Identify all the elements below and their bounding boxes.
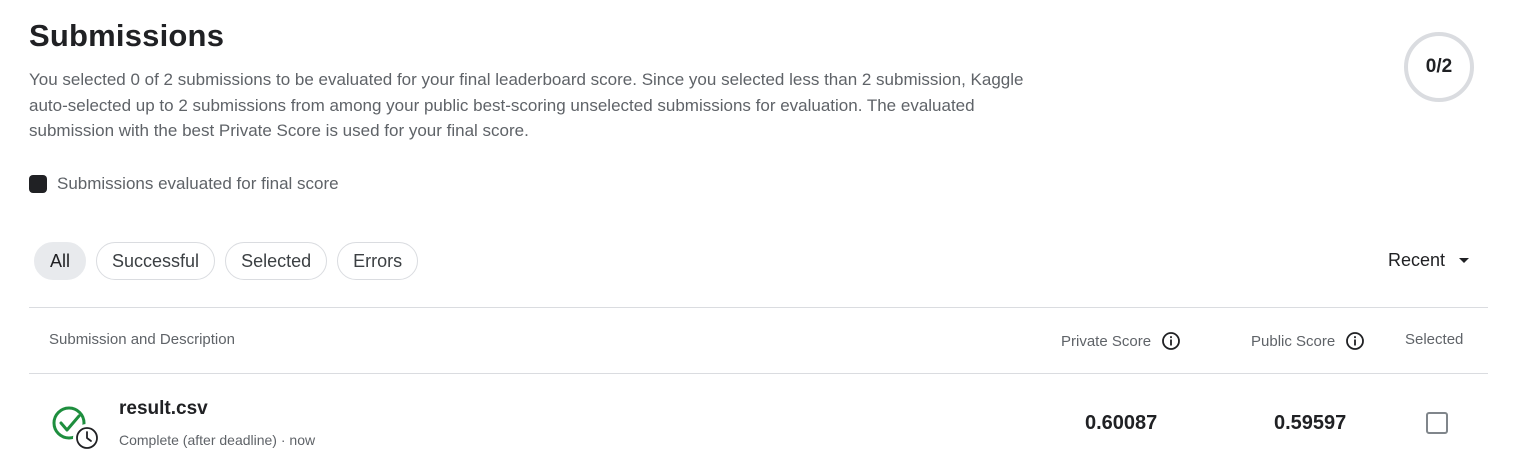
private-score-value: 0.60087 xyxy=(1085,412,1158,434)
info-icon[interactable] xyxy=(1161,331,1181,351)
selection-counter: 0/2 xyxy=(1404,32,1474,102)
filter-chip-successful[interactable]: Successful xyxy=(96,242,216,280)
legend-swatch xyxy=(29,175,47,193)
selection-counter-label: 0/2 xyxy=(1425,56,1453,77)
legend-label: Submissions evaluated for final score xyxy=(57,174,339,193)
page-title: Submissions xyxy=(29,18,225,53)
column-header-submission: Submission and Description xyxy=(49,331,235,348)
column-header-selected: Selected xyxy=(1405,331,1463,348)
sort-dropdown[interactable]: Recent xyxy=(1388,250,1469,271)
filter-chip-all[interactable]: All xyxy=(34,242,87,280)
submissions-description: You selected 0 of 2 submissions to be ev… xyxy=(29,70,1024,140)
column-header-private-score-label: Private Score xyxy=(1061,332,1152,350)
filter-chip-selected[interactable]: Selected xyxy=(225,242,328,280)
divider-top xyxy=(29,307,1488,308)
submission-file-name[interactable]: result.csv xyxy=(119,398,208,420)
column-header-selected-label: Selected xyxy=(1405,331,1464,348)
selected-checkbox[interactable] xyxy=(1426,412,1448,434)
divider-header xyxy=(29,373,1488,374)
filter-chip-errors[interactable]: Errors xyxy=(337,242,419,280)
check-clock-icon xyxy=(50,403,102,455)
column-header-submission-label: Submission and Description xyxy=(49,331,235,348)
sort-label: Recent xyxy=(1387,250,1445,270)
caret-down-icon xyxy=(1459,258,1469,263)
column-header-private-score: Private Score xyxy=(1061,331,1181,351)
filter-chips: All Successful Selected Errors xyxy=(34,242,428,280)
column-header-public-score-label: Public Score xyxy=(1251,332,1336,350)
info-icon[interactable] xyxy=(1345,331,1365,351)
submission-status: Complete (after deadline) · now xyxy=(119,432,316,448)
legend: Submissions evaluated for final score xyxy=(29,174,339,194)
column-header-public-score: Public Score xyxy=(1251,331,1365,351)
public-score-value: 0.59597 xyxy=(1274,412,1347,434)
